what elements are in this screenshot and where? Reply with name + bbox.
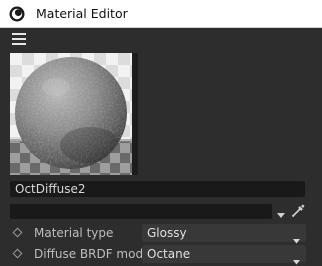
param-row-material-type: Material type Glossy <box>0 223 322 244</box>
param-row-diffuse-brdf: Diffuse BRDF model Octane <box>0 244 322 265</box>
diffuse-brdf-select[interactable]: Octane <box>142 245 306 265</box>
param-label: Diffuse BRDF model <box>34 247 154 261</box>
select-value: Glossy <box>147 226 187 240</box>
cinema4d-logo-icon <box>9 6 25 22</box>
material-type-select[interactable]: Glossy <box>142 224 306 244</box>
preview-side-strip <box>132 53 138 175</box>
select-value: Octane <box>147 247 191 261</box>
material-preview[interactable] <box>10 53 132 175</box>
menu-bar <box>0 28 322 50</box>
diamond-keyframe-icon[interactable] <box>12 227 23 238</box>
window-title: Material Editor <box>36 6 128 21</box>
chevron-down-icon <box>293 252 300 265</box>
material-name-field[interactable]: OctDiffuse2 <box>10 181 305 197</box>
chevron-down-icon[interactable] <box>277 208 285 218</box>
eyedropper-icon[interactable] <box>290 203 306 219</box>
hamburger-menu-icon[interactable] <box>12 33 26 45</box>
diamond-keyframe-icon[interactable] <box>12 248 23 259</box>
param-label: Material type <box>34 226 114 240</box>
chevron-down-icon <box>293 231 300 244</box>
node-search-field[interactable] <box>10 204 272 219</box>
title-bar: Material Editor <box>0 0 322 28</box>
